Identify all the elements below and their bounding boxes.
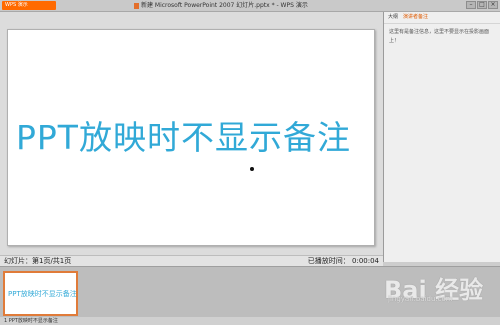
current-slide[interactable]: PPT放映时不显示备注 — [7, 29, 375, 246]
maximize-button[interactable]: □ — [477, 1, 487, 9]
tab-speaker-notes[interactable]: 演讲者备注 — [403, 14, 428, 20]
bottom-bar: 1 PPT放映时不显示备注 — [0, 317, 500, 325]
app-menu-button[interactable]: WPS 演示 — [2, 1, 56, 10]
slide-stage: PPT放映时不显示备注 — [0, 12, 383, 255]
document-title: 新建 Microsoft PowerPoint 2007 幻灯片.pptx * … — [134, 0, 308, 11]
tab-outline[interactable]: 大纲 — [388, 14, 398, 20]
notes-panel: 大纲 演讲者备注 这里有是备注信息，这里不要显示在投影画面上！ — [383, 12, 500, 262]
mouse-pointer-dot — [250, 167, 254, 171]
slide-title-text: PPT放映时不显示备注 — [16, 118, 351, 157]
thumbnail-text: PPT放映时不显示备注 — [8, 290, 77, 298]
speaker-notes-text: 这里有是备注信息，这里不要显示在投影画面上！ — [389, 29, 490, 44]
watermark-url: jingyan.baidu.com — [388, 295, 453, 303]
panel-tabs: 大纲 演讲者备注 — [384, 12, 500, 24]
title-bar: WPS 演示 新建 Microsoft PowerPoint 2007 幻灯片.… — [0, 0, 500, 12]
close-button[interactable]: × — [488, 1, 498, 9]
minimize-button[interactable]: – — [466, 1, 476, 9]
document-title-text: 新建 Microsoft PowerPoint 2007 幻灯片.pptx * … — [141, 2, 308, 9]
window-controls: – □ × — [466, 1, 498, 9]
thumbnail-strip: PPT放映时不显示备注 Bai 经验 jingyan.baidu.com — [0, 266, 500, 318]
watermark: Bai 经验 jingyan.baidu.com — [384, 268, 494, 306]
slide-thumbnail[interactable]: PPT放映时不显示备注 — [3, 271, 78, 316]
document-icon — [134, 2, 139, 9]
